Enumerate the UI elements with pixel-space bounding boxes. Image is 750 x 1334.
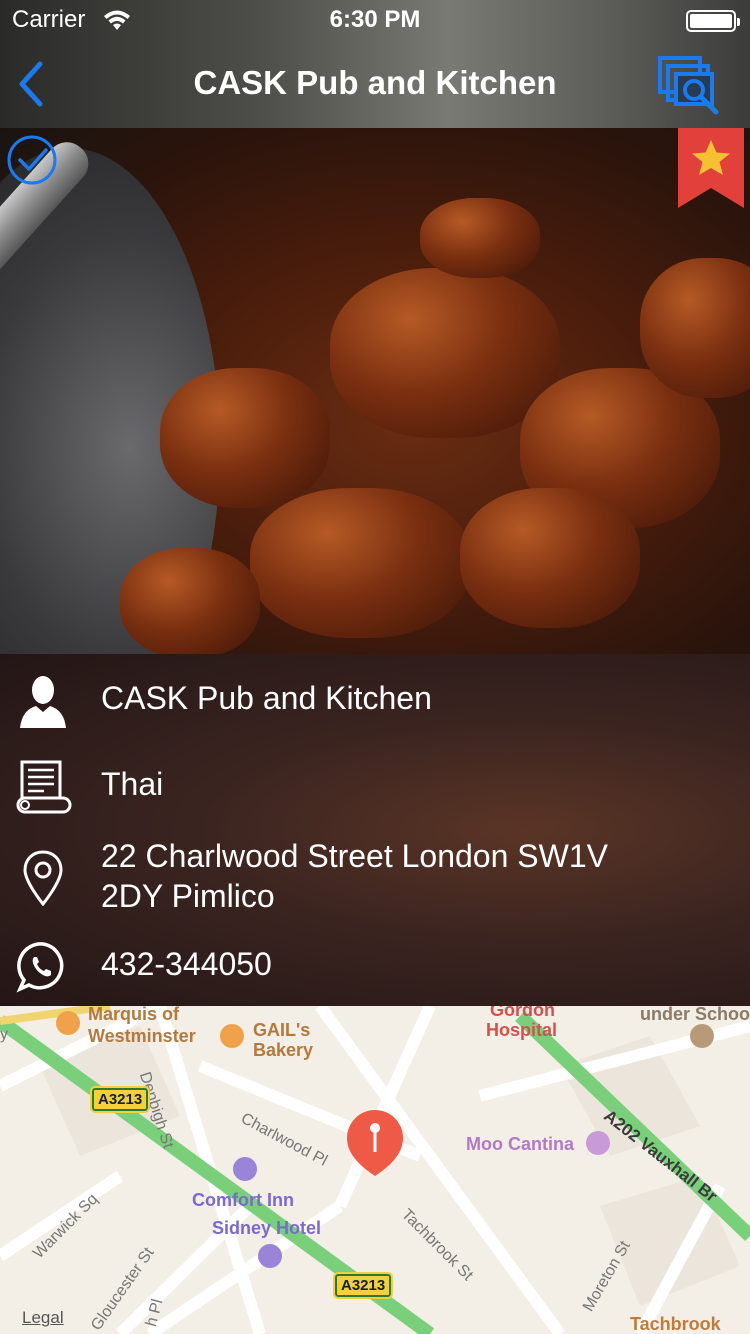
map-legal-link[interactable]: Legal <box>22 1308 64 1328</box>
map-label-marquis: Marquis of <box>88 1006 180 1024</box>
address-line-1: 22 Charlwood Street London SW1V <box>101 838 608 874</box>
checkmark-icon[interactable] <box>6 134 58 186</box>
food-chunk <box>160 368 330 508</box>
road-badge-a3213: A3213 <box>89 1086 151 1113</box>
clock-label: 6:30 PM <box>329 6 421 33</box>
map-label-hospital: Hospital <box>486 1020 558 1040</box>
food-chunk <box>250 488 470 638</box>
food-chunk <box>120 548 260 654</box>
location-map[interactable]: Marquis of Westminster GAIL's Bakery Gor… <box>0 1006 750 1334</box>
phone-number[interactable]: 432-344050 <box>101 944 661 984</box>
whatsapp-icon <box>16 942 64 993</box>
phone-row[interactable]: 432-344050 <box>0 936 750 1002</box>
navigation-bar: Carrier 6:30 PM CASK Pub and Kitchen <box>0 0 750 128</box>
map-label-gordon: Gordon <box>490 1006 555 1020</box>
restaurant-name: CASK Pub and Kitchen <box>101 680 432 716</box>
map-label-sidney-hotel: Sidney Hotel <box>212 1218 322 1238</box>
address-row: 22 Charlwood Street London SW1V 2DY Piml… <box>0 836 750 926</box>
name-row: CASK Pub and Kitchen <box>0 670 750 740</box>
address-text: 22 Charlwood Street London SW1V 2DY Piml… <box>101 836 661 916</box>
favorite-star-icon[interactable] <box>678 128 744 208</box>
road-badge-a3213-2: A3213 <box>332 1272 394 1299</box>
map-label-tachbrook: Tachbrook <box>630 1314 721 1334</box>
restaurant-photo[interactable] <box>0 128 750 654</box>
location-pin-icon <box>23 850 63 906</box>
map-label-comfort-inn: Comfort Inn <box>192 1190 294 1210</box>
map-label-gails: GAIL's <box>253 1020 311 1040</box>
map-label-moo-cantina: Moo Cantina <box>466 1134 574 1154</box>
street-y: y <box>0 1026 8 1043</box>
map-label-school: under Schoo <box>640 1006 750 1024</box>
cuisine-row: Thai <box>0 756 750 826</box>
page-title: CASK Pub and Kitchen <box>193 64 557 101</box>
menu-receipt-icon <box>16 760 72 814</box>
map-label-bakery: Bakery <box>253 1040 314 1060</box>
gallery-search-icon[interactable] <box>658 54 722 116</box>
battery-icon <box>686 10 740 32</box>
status-bar: Carrier 6:30 PM <box>0 0 750 40</box>
food-chunk <box>420 198 540 278</box>
map-label-westminster: Westminster <box>88 1026 196 1046</box>
person-icon <box>20 676 66 728</box>
food-chunk <box>640 258 750 398</box>
cuisine-label: Thai <box>101 766 164 802</box>
back-button[interactable] <box>12 58 52 110</box>
address-line-2: 2DY Pimlico <box>101 878 275 914</box>
food-chunk <box>460 488 640 628</box>
restaurant-info-panel: CASK Pub and Kitchen Thai 22 Charlwood S… <box>0 654 750 1006</box>
